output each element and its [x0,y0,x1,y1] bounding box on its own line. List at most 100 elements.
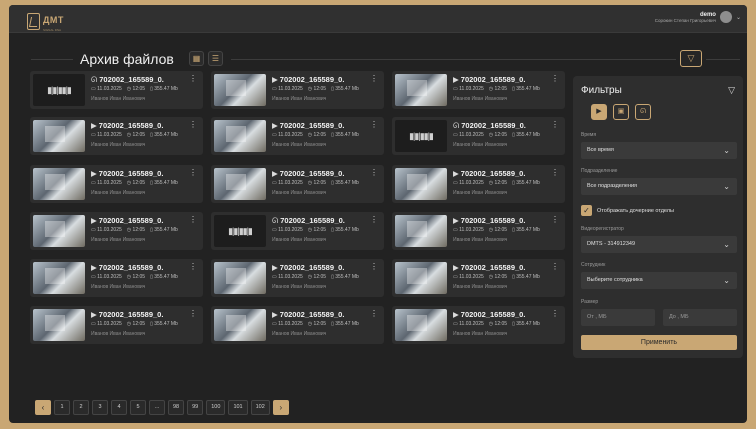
file-card[interactable]: ▶ 702002_165589_0. ⋮ ▭ 11.03.2025 ◷ 12:05 ▯ 3… [30,117,203,155]
video-thumbnail[interactable] [33,309,85,341]
video-thumbnail[interactable] [214,120,266,152]
more-options-icon[interactable]: ⋮ [189,309,197,318]
file-card[interactable]: ▶ 702002_165589_0. ⋮ ▭ 11.03.2025 ◷ 12:05 ▯ 3… [30,259,203,297]
chevron-down-icon[interactable]: ⌄ [736,14,741,21]
video-thumbnail[interactable] [395,74,447,106]
page-button[interactable]: ... [149,400,165,415]
video-thumbnail[interactable] [33,120,85,152]
department-select[interactable]: Все подразделения ⌄ [581,178,737,195]
audio-waveform-thumbnail[interactable]: ▮|▮|▮▮|▮ [214,215,266,247]
page-button[interactable]: 101 [228,400,248,415]
more-options-icon[interactable]: ⋮ [551,168,559,177]
title-divider-right [706,59,740,60]
video-thumbnail[interactable] [214,309,266,341]
headphones-icon: ᘏ [453,121,460,130]
more-options-icon[interactable]: ⋮ [370,215,378,224]
more-options-icon[interactable]: ⋮ [551,262,559,271]
file-author: Иванов Иван Иванович [91,96,146,102]
file-card[interactable]: ▮|▮|▮▮|▮ ᘏ 702002_165589_0. ⋮ ▭ 11.03.2025 ◷ … [392,117,565,155]
file-card[interactable]: ▶ 702002_165589_0. ⋮ ▭ 11.03.2025 ◷ 12:05 ▯ 3… [211,306,384,344]
file-card[interactable]: ▶ 702002_165589_0. ⋮ ▭ 11.03.2025 ◷ 12:05 ▯ 3… [211,165,384,203]
file-card[interactable]: ▶ 702002_165589_0. ⋮ ▭ 11.03.2025 ◷ 12:05 ▯ 3… [392,212,565,250]
page-button[interactable]: 100 [206,400,226,415]
file-size: 355.47 Mb [154,274,178,280]
file-author: Иванов Иван Иванович [453,142,508,148]
file-card[interactable]: ▶ 702002_165589_0. ⋮ ▭ 11.03.2025 ◷ 12:05 ▯ 3… [211,117,384,155]
page-button[interactable]: 99 [187,400,204,415]
page-button[interactable]: 102 [250,400,270,415]
filter-type-audio-button[interactable]: ᘏ [635,104,651,120]
file-card[interactable]: ▶ 702002_165589_0. ⋮ ▭ 11.03.2025 ◷ 12:05 ▯ 3… [30,212,203,250]
page-button[interactable]: 1 [54,400,70,415]
file-card[interactable]: ▶ 702002_165589_0. ⋮ ▭ 11.03.2025 ◷ 12:05 ▯ 3… [392,71,565,109]
more-options-icon[interactable]: ⋮ [551,120,559,129]
show-children-checkbox[interactable]: ✓ [581,205,592,216]
more-options-icon[interactable]: ⋮ [370,262,378,271]
chevron-right-icon[interactable]: › [272,400,289,415]
filter-type-image-button[interactable]: ▣ [613,104,629,120]
grid-view-button[interactable]: ▦ [189,51,204,66]
more-options-icon[interactable]: ⋮ [189,168,197,177]
audio-waveform-thumbnail[interactable]: ▮|▮|▮▮|▮ [33,74,85,106]
more-options-icon[interactable]: ⋮ [551,215,559,224]
more-options-icon[interactable]: ⋮ [370,74,378,83]
filter-type-video-button[interactable]: ▶ [591,104,607,120]
video-thumbnail[interactable] [395,215,447,247]
file-card[interactable]: ▶ 702002_165589_0. ⋮ ▭ 11.03.2025 ◷ 12:05 ▯ 3… [30,165,203,203]
file-card[interactable]: ▶ 702002_165589_0. ⋮ ▭ 11.03.2025 ◷ 12:05 ▯ 3… [392,306,565,344]
file-card[interactable]: ▮|▮|▮▮|▮ ᘏ 702002_165589_0. ⋮ ▭ 11.03.2025 ◷ … [30,71,203,109]
page-button[interactable]: 98 [168,400,185,415]
file-card[interactable]: ▶ 702002_165589_0. ⋮ ▭ 11.03.2025 ◷ 12:05 ▯ 3… [392,259,565,297]
file-date: 11.03.2025 [459,132,484,138]
file-card[interactable]: ▮|▮|▮▮|▮ ᘏ 702002_165589_0. ⋮ ▭ 11.03.2025 ◷ … [211,212,384,250]
file-size: 355.47 Mb [335,321,359,327]
video-thumbnail[interactable] [214,262,266,294]
more-options-icon[interactable]: ⋮ [189,262,197,271]
avatar[interactable] [719,11,732,23]
size-from-input[interactable]: От , МБ [581,309,655,326]
more-options-icon[interactable]: ⋮ [189,120,197,129]
user-menu[interactable]: demo Сорокин Степан Григорьевич ⌄ [655,11,741,23]
size-to-input[interactable]: До , МБ [663,309,737,326]
logo[interactable]: ДМТ SIGNAL DNA [27,10,64,32]
page-button[interactable]: 2 [73,400,89,415]
video-thumbnail[interactable] [395,309,447,341]
file-meta: ▭ 11.03.2025 ◷ 12:05 ▯ 355.47 Mb [272,132,364,138]
more-options-icon[interactable]: ⋮ [370,168,378,177]
size-label: Размер [581,299,599,305]
more-options-icon[interactable]: ⋮ [189,215,197,224]
size-to-placeholder: До , МБ [669,314,689,320]
file-name: ▶ 702002_165589_0. [453,263,525,272]
file-card[interactable]: ▶ 702002_165589_0. ⋮ ▭ 11.03.2025 ◷ 12:05 ▯ 3… [211,71,384,109]
file-card[interactable]: ▶ 702002_165589_0. ⋮ ▭ 11.03.2025 ◷ 12:05 ▯ 3… [211,259,384,297]
page-button[interactable]: 5 [130,400,146,415]
filter-toggle-button[interactable]: ▽ [680,50,702,67]
video-thumbnail[interactable] [214,74,266,106]
video-thumbnail[interactable] [395,168,447,200]
file-name: ▶ 702002_165589_0. [91,169,163,178]
file-card[interactable]: ▶ 702002_165589_0. ⋮ ▭ 11.03.2025 ◷ 12:05 ▯ 3… [30,306,203,344]
page-button[interactable]: 4 [111,400,127,415]
more-options-icon[interactable]: ⋮ [189,74,197,83]
employee-select[interactable]: Выберите сотрудника ⌄ [581,272,737,289]
more-options-icon[interactable]: ⋮ [551,74,559,83]
file-card[interactable]: ▶ 702002_165589_0. ⋮ ▭ 11.03.2025 ◷ 12:05 ▯ 3… [392,165,565,203]
video-thumbnail[interactable] [395,262,447,294]
list-view-button[interactable]: ☰ [208,51,223,66]
video-thumbnail[interactable] [33,168,85,200]
time-select[interactable]: Все время ⌄ [581,142,737,159]
file-time: 12:05 [132,86,146,92]
video-thumbnail[interactable] [214,168,266,200]
more-options-icon[interactable]: ⋮ [370,309,378,318]
chevron-left-icon[interactable]: ‹ [35,400,51,415]
video-thumbnail[interactable] [33,262,85,294]
more-options-icon[interactable]: ⋮ [551,309,559,318]
apply-button[interactable]: Применить [581,335,737,350]
video-thumbnail[interactable] [33,215,85,247]
more-options-icon[interactable]: ⋮ [370,120,378,129]
audio-waveform-thumbnail[interactable]: ▮|▮|▮▮|▮ [395,120,447,152]
recorder-select[interactable]: DMTS - 314912349 ⌄ [581,236,737,253]
page-button[interactable]: 3 [92,400,108,415]
time-label: Время [581,132,597,138]
file-author: Иванов Иван Иванович [272,96,327,102]
